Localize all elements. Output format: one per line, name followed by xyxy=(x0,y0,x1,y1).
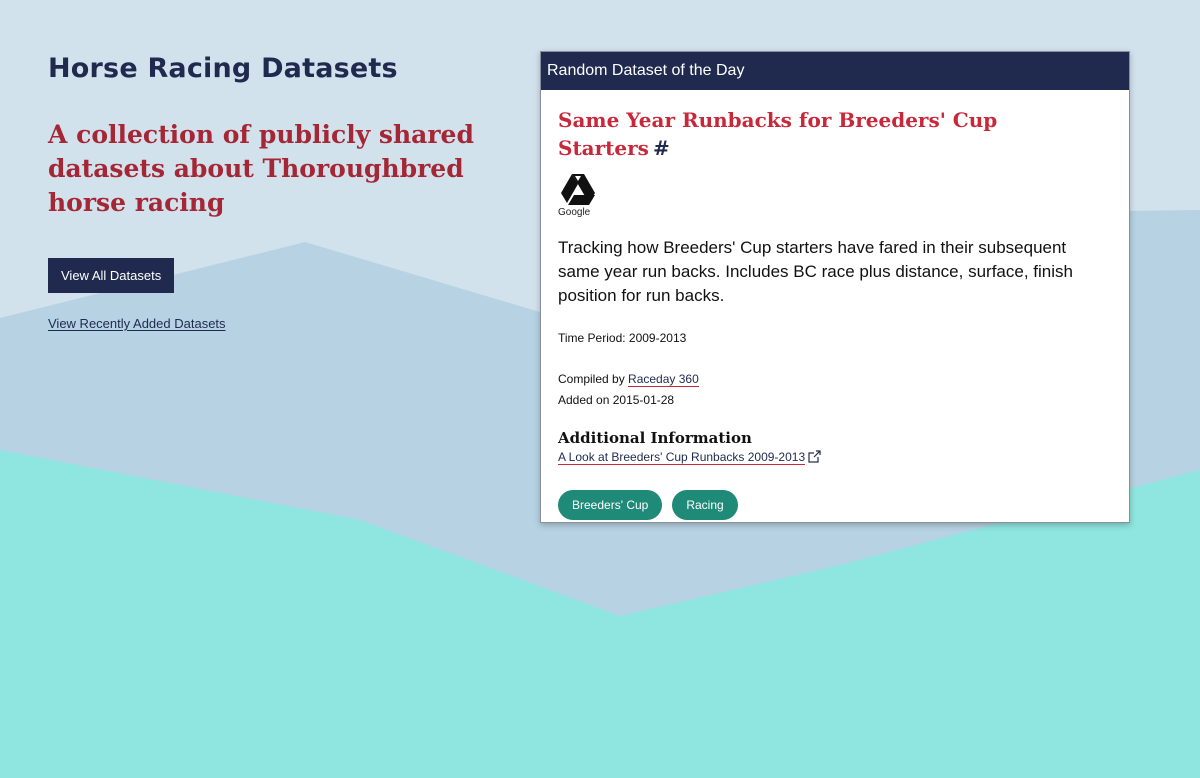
view-all-datasets-button[interactable]: View All Datasets xyxy=(48,258,175,293)
tag-list: Breeders' Cup Racing xyxy=(558,490,1112,520)
site-tagline: A collection of publicly shared datasets… xyxy=(48,120,474,217)
source-label: Google xyxy=(558,207,591,218)
time-period: Time Period: 2009-2013 xyxy=(558,331,687,345)
card-header: Random Dataset of the Day xyxy=(541,52,1129,90)
compiler-link[interactable]: Raceday 360 xyxy=(628,372,699,387)
source-google[interactable]: Google xyxy=(558,174,598,218)
tag-breeders-cup[interactable]: Breeders' Cup xyxy=(558,490,663,520)
tag-racing[interactable]: Racing xyxy=(672,490,738,520)
dataset-title: Same Year Runbacks for Breeders' Cup Sta… xyxy=(558,106,1112,162)
compiled-by-prefix: Compiled by xyxy=(558,372,625,386)
compiled-by: Compiled by Raceday 360 xyxy=(558,369,1112,390)
google-drive-icon xyxy=(561,174,595,205)
added-on: Added on 2015-01-28 xyxy=(558,393,675,407)
view-recent-datasets-link[interactable]: View Recently Added Datasets xyxy=(48,316,518,331)
dataset-description: Tracking how Breeders' Cup starters have… xyxy=(558,238,1073,305)
external-link-icon[interactable] xyxy=(808,450,822,463)
additional-info-heading: Additional Information xyxy=(558,429,752,447)
permalink-anchor[interactable]: # xyxy=(653,136,670,160)
additional-info-link[interactable]: A Look at Breeders' Cup Runbacks 2009-20… xyxy=(558,450,806,465)
site-title[interactable]: Horse Racing Datasets xyxy=(48,50,518,88)
intro-section: Horse Racing Datasets A collection of pu… xyxy=(48,50,518,331)
additional-info-row: A Look at Breeders' Cup Runbacks 2009-20… xyxy=(558,448,1112,466)
card-body: Same Year Runbacks for Breeders' Cup Sta… xyxy=(541,90,1129,520)
dataset-of-the-day-card: Random Dataset of the Day Same Year Runb… xyxy=(540,51,1130,523)
dataset-title-text: Same Year Runbacks for Breeders' Cup Sta… xyxy=(558,108,998,160)
